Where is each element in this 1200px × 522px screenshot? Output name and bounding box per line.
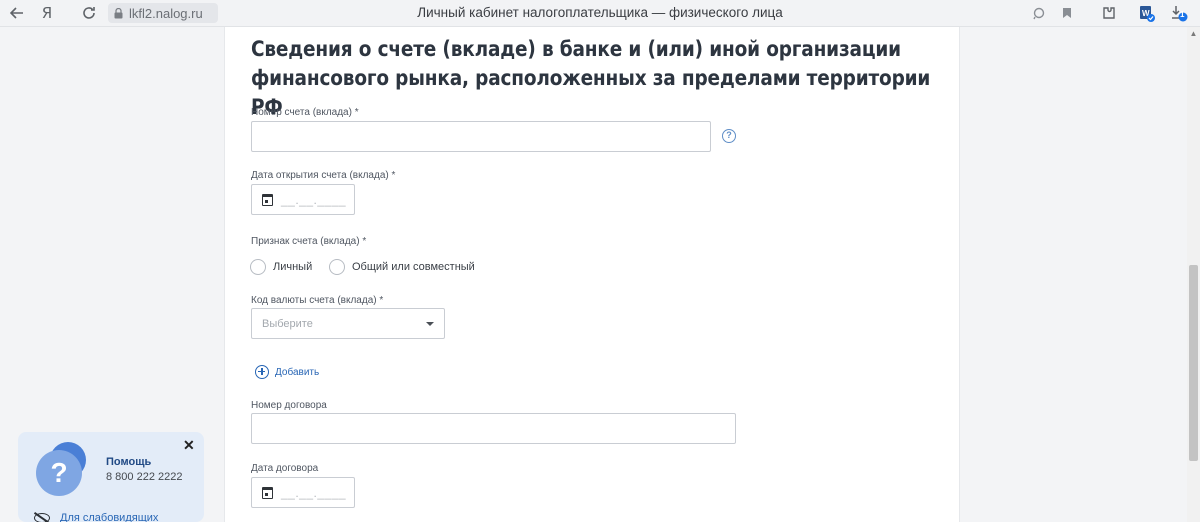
word-extension-icon[interactable]: W xyxy=(1136,2,1158,24)
contract-number-input[interactable] xyxy=(251,413,736,444)
reload-icon[interactable] xyxy=(78,2,100,24)
open-date-field[interactable]: __.__.____ xyxy=(251,184,355,215)
contract-date-label: Дата договора xyxy=(251,463,319,474)
radio-joint[interactable]: Общий или совместный xyxy=(329,259,475,275)
eye-slash-icon xyxy=(34,513,50,522)
form-panel: Сведения о счете (вкладе) в банке и (или… xyxy=(224,27,960,522)
currency-placeholder: Выберите xyxy=(262,317,313,330)
open-date-label: Дата открытия счета (вклада) * xyxy=(251,170,396,181)
currency-select[interactable]: Выберите xyxy=(251,308,445,339)
back-arrow-icon[interactable] xyxy=(6,2,28,24)
vision-impaired-label: Для слабовидящих xyxy=(60,512,159,522)
help-badge-question: ? xyxy=(36,450,82,496)
radio-circle[interactable] xyxy=(329,259,345,275)
plus-circle-icon xyxy=(255,365,269,379)
calendar-icon[interactable] xyxy=(262,486,273,499)
help-title: Помощь xyxy=(106,456,152,468)
account-type-label: Признак счета (вклада) * xyxy=(251,236,367,247)
search-icon[interactable] xyxy=(1028,2,1050,24)
contract-date-field[interactable]: __.__.____ xyxy=(251,477,355,508)
radio-circle[interactable] xyxy=(250,259,266,275)
help-widget: ? Помощь 8 800 222 2222 ✕ Для слабовидящ… xyxy=(18,432,204,522)
close-icon[interactable]: ✕ xyxy=(183,437,195,454)
right-background xyxy=(960,27,1187,522)
open-date-placeholder: __.__.____ xyxy=(281,192,347,207)
radio-personal[interactable]: Личный xyxy=(250,259,312,275)
bookmark-icon[interactable] xyxy=(1056,2,1078,24)
downloads-icon[interactable]: 1 xyxy=(1168,2,1190,24)
calendar-icon[interactable] xyxy=(262,193,273,206)
scroll-thumb[interactable] xyxy=(1189,265,1198,461)
account-number-label: Номер счета (вклада) * xyxy=(251,107,359,118)
yandex-logo-icon[interactable]: Я xyxy=(36,2,58,24)
vision-impaired-link[interactable]: Для слабовидящих xyxy=(34,512,158,522)
add-label: Добавить xyxy=(275,366,320,378)
page-scrollbar[interactable]: ▲ xyxy=(1187,27,1200,522)
contract-date-placeholder: __.__.____ xyxy=(281,485,347,500)
extension-puzzle-icon[interactable] xyxy=(1098,2,1120,24)
chevron-down-icon xyxy=(426,321,434,326)
contract-number-label: Номер договора xyxy=(251,400,327,411)
help-question-icon[interactable]: ? xyxy=(722,129,736,143)
help-badge-icon: ? xyxy=(36,442,86,496)
address-bar[interactable]: lkfl2.nalog.ru xyxy=(108,3,218,23)
scroll-up-arrow-icon[interactable]: ▲ xyxy=(1189,30,1198,38)
lock-icon xyxy=(114,7,123,18)
radio-joint-label: Общий или совместный xyxy=(352,261,475,273)
downloads-badge: 1 xyxy=(1180,10,1185,19)
help-phone: 8 800 222 2222 xyxy=(106,471,183,483)
address-text: lkfl2.nalog.ru xyxy=(129,5,203,21)
browser-toolbar: Я lkfl2.nalog.ru Личный кабинет налогопл… xyxy=(0,0,1200,27)
radio-personal-label: Личный xyxy=(273,261,313,273)
add-account-button[interactable]: Добавить xyxy=(255,365,319,379)
currency-label: Код валюты счета (вклада) * xyxy=(251,295,384,306)
account-number-input[interactable] xyxy=(251,121,711,152)
